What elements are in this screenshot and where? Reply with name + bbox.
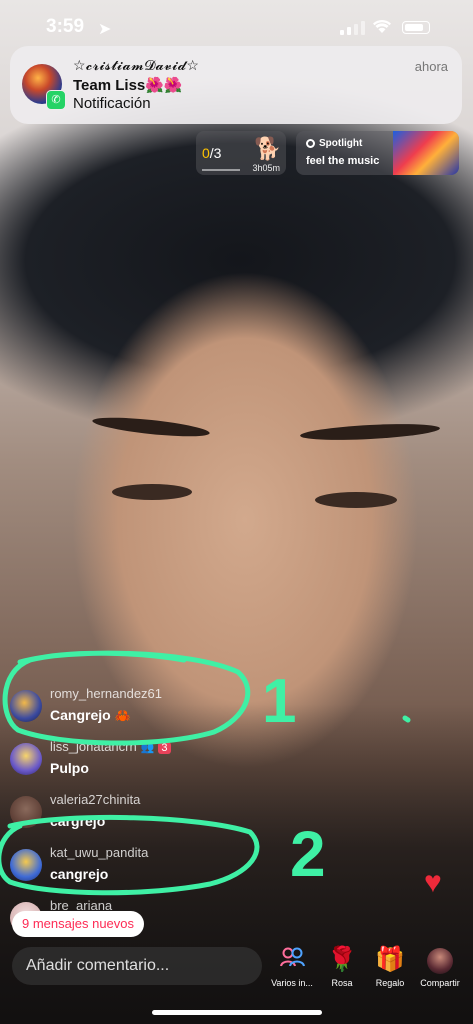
video-face-feature	[299, 421, 441, 443]
chat-username[interactable]: liss_jonatancrh 👥 3	[50, 739, 171, 754]
new-messages-pill[interactable]: 9 mensajes nuevos	[12, 911, 145, 937]
chat-message[interactable]: liss_jonatancrh 👥 3 Pulpo	[10, 739, 270, 792]
comment-input[interactable]: Añadir comentario...	[12, 947, 262, 985]
goal-current: 0	[202, 145, 210, 161]
home-indicator[interactable]	[152, 1010, 322, 1015]
chat-message[interactable]: valeria27chinita cargrejo	[10, 792, 270, 845]
rose-icon: 🌹	[327, 946, 357, 973]
status-bar: 3:59 ➤	[0, 0, 473, 50]
notification-time: ahora	[414, 59, 448, 74]
avatar[interactable]	[10, 690, 42, 722]
chat-text: Cangrejo 🦀	[50, 707, 131, 724]
spotlight-label: Spotlight	[306, 138, 362, 149]
team-level-badge: 3	[158, 742, 171, 754]
dog-icon: 🐕	[254, 136, 282, 161]
people-icon	[266, 946, 318, 974]
action-label: Regalo	[375, 978, 405, 988]
video-face-feature	[91, 413, 211, 441]
goal-widget[interactable]: 0/3 🐕 3h05m	[196, 131, 286, 175]
goal-progress-bar	[202, 169, 240, 171]
action-label: Rosa	[331, 978, 353, 988]
signal-icon	[340, 21, 365, 35]
spotlight-image	[393, 131, 459, 175]
chat-username[interactable]: valeria27chinita	[50, 792, 140, 807]
avatar[interactable]	[10, 849, 42, 881]
chat-text: cangrejo	[50, 866, 109, 882]
chat-username[interactable]: kat_uwu_pandita	[50, 845, 148, 860]
whatsapp-icon: ✆	[46, 90, 66, 110]
share-button[interactable]: Compartir	[414, 946, 466, 988]
goal-total: /3	[209, 145, 222, 161]
chat-username-text: liss_jonatancrh	[50, 739, 137, 754]
video-face-feature	[112, 484, 192, 500]
share-avatar-icon	[414, 946, 466, 974]
avatar[interactable]	[10, 743, 42, 775]
chat-message[interactable]: kat_uwu_pandita cangrejo	[10, 845, 270, 898]
notification-title: Team Liss🌺🌺	[73, 77, 183, 94]
notification-banner[interactable]: ✆ ☆𝓬𝓻𝓲𝓼𝓽𝓲𝓪𝓶𝓓𝓪𝓿𝓲𝓭☆ Team Liss🌺🌺 Notificaci…	[10, 46, 462, 124]
gift-button[interactable]: 🎁 Regalo	[364, 946, 416, 988]
chat-text: cargrejo	[50, 813, 106, 829]
rose-button[interactable]: 🌹 Rosa	[316, 946, 368, 988]
chat-text: Pulpo	[50, 760, 89, 776]
spotlight-widget[interactable]: Spotlight feel the music	[296, 131, 459, 175]
location-arrow-icon: ➤	[98, 21, 112, 38]
chat-text-content: Cangrejo	[50, 707, 111, 723]
multi-guest-button[interactable]: Varios in...	[266, 946, 318, 988]
crab-icon: 🦀	[114, 708, 131, 723]
notification-sender: ☆𝓬𝓻𝓲𝓼𝓽𝓲𝓪𝓶𝓓𝓪𝓿𝓲𝓭☆	[73, 57, 200, 73]
notification-body: Notificación	[73, 95, 151, 112]
status-time: 3:59	[46, 16, 85, 37]
gift-icon: 🎁	[375, 946, 405, 973]
chat-username[interactable]: romy_hernandez61	[50, 686, 162, 701]
action-label: Varios in...	[271, 978, 313, 988]
action-label: Compartir	[420, 978, 460, 988]
spotlight-text: feel the music	[306, 155, 380, 167]
video-face-feature	[315, 492, 397, 508]
heart-icon[interactable]: ♥	[424, 866, 442, 900]
battery-icon	[402, 21, 430, 34]
chat-message[interactable]: romy_hernandez61 Cangrejo 🦀	[10, 686, 270, 739]
wifi-icon	[372, 18, 392, 39]
avatar[interactable]	[10, 796, 42, 828]
friends-icon: 👥	[140, 742, 155, 754]
goal-count: 0/3	[202, 145, 221, 161]
goal-timer: 3h05m	[252, 163, 280, 173]
